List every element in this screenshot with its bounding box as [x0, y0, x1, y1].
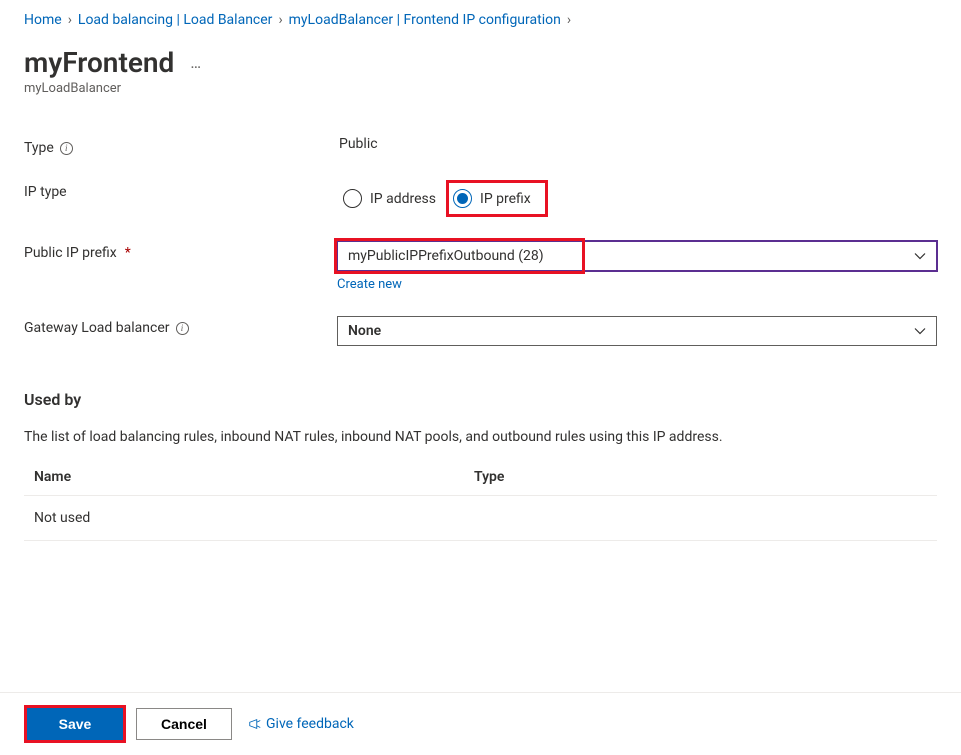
save-button[interactable]: Save: [27, 708, 123, 740]
breadcrumb-frontend-ip[interactable]: myLoadBalancer | Frontend IP configurati…: [289, 12, 561, 28]
page-title: myFrontend: [24, 46, 174, 79]
chevron-right-icon: ›: [278, 12, 282, 28]
ip-type-radio-group: IP address IP prefix: [339, 180, 937, 217]
type-label: Type: [24, 140, 54, 156]
footer-bar: Save Cancel Give feedback: [0, 692, 961, 755]
chevron-down-icon: [914, 325, 926, 337]
used-by-description: The list of load balancing rules, inboun…: [24, 429, 937, 445]
breadcrumb: Home › Load balancing | Load Balancer › …: [24, 12, 937, 28]
create-new-link[interactable]: Create new: [337, 277, 402, 292]
megaphone-icon: [248, 717, 262, 731]
ip-type-address-radio[interactable]: IP address: [339, 183, 446, 214]
gateway-lb-value: None: [348, 323, 381, 339]
info-icon[interactable]: i: [60, 142, 73, 155]
cancel-button[interactable]: Cancel: [136, 708, 232, 740]
radio-unchecked-icon: [343, 189, 362, 208]
type-value: Public: [339, 136, 937, 152]
required-indicator: *: [125, 245, 131, 261]
public-ip-prefix-label: Public IP prefix: [24, 245, 117, 261]
used-by-table-header: Name Type: [24, 469, 937, 496]
radio-checked-icon: [453, 189, 472, 208]
highlight-box: IP prefix: [446, 180, 548, 217]
breadcrumb-home[interactable]: Home: [24, 12, 62, 28]
ip-type-prefix-label: IP prefix: [480, 191, 531, 207]
chevron-down-icon: [914, 250, 926, 262]
info-icon[interactable]: i: [176, 322, 189, 335]
public-ip-prefix-value: myPublicIPPrefixOutbound (28): [348, 248, 544, 264]
more-actions-button[interactable]: …: [186, 49, 206, 76]
used-by-empty: Not used: [34, 510, 474, 526]
public-ip-prefix-dropdown[interactable]: myPublicIPPrefixOutbound (28): [337, 241, 937, 271]
column-name: Name: [34, 469, 474, 485]
ip-type-address-label: IP address: [370, 191, 436, 207]
column-type: Type: [474, 469, 927, 485]
ip-type-label: IP type: [24, 184, 67, 200]
give-feedback-link[interactable]: Give feedback: [248, 716, 354, 732]
table-row: Not used: [24, 496, 937, 541]
page-subtitle: myLoadBalancer: [24, 81, 937, 96]
highlight-box: Save: [24, 705, 126, 743]
gateway-lb-dropdown[interactable]: None: [337, 316, 937, 346]
used-by-heading: Used by: [24, 390, 937, 409]
give-feedback-label: Give feedback: [266, 716, 354, 732]
chevron-right-icon: ›: [68, 12, 72, 28]
ip-type-prefix-radio[interactable]: IP prefix: [449, 183, 541, 214]
breadcrumb-load-balancing[interactable]: Load balancing | Load Balancer: [78, 12, 273, 28]
gateway-lb-label: Gateway Load balancer: [24, 320, 170, 336]
chevron-right-icon: ›: [567, 12, 571, 28]
